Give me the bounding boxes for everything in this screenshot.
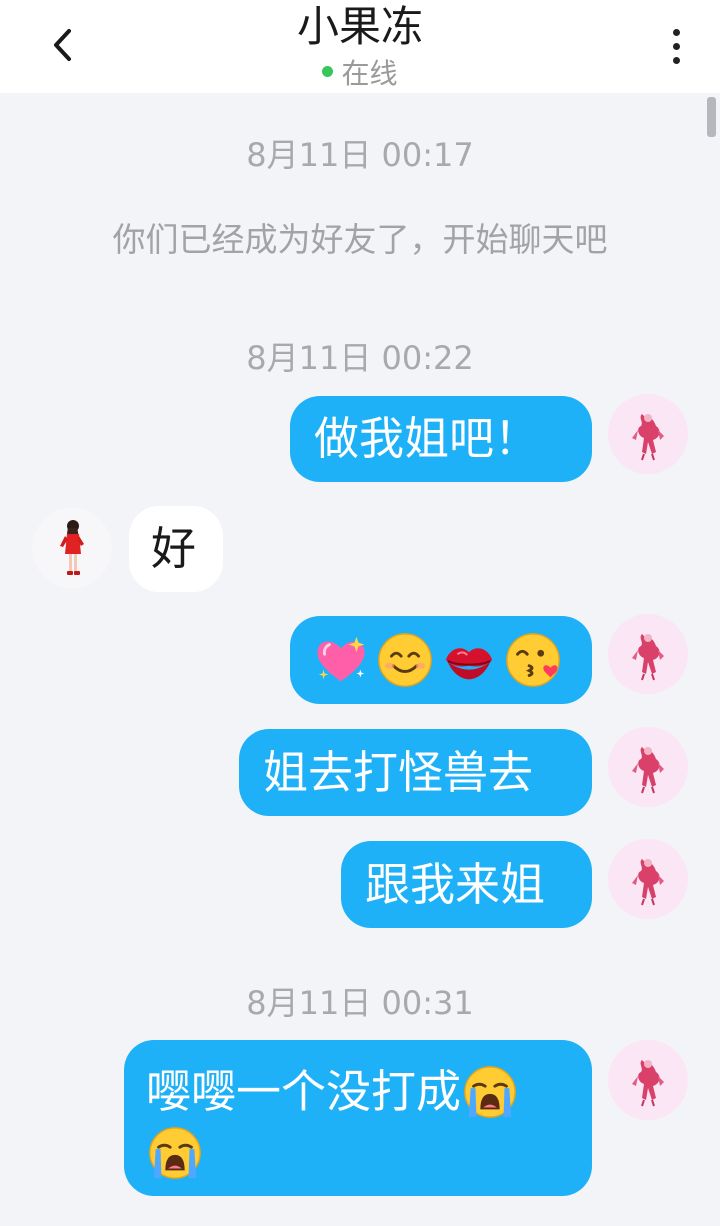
more-vertical-icon (672, 56, 680, 64)
message-bubble-outgoing[interactable] (290, 616, 592, 704)
more-vertical-icon (672, 42, 680, 50)
more-vertical-icon (672, 28, 680, 36)
message-bubble-outgoing[interactable]: 姐去打怪兽去 (239, 729, 592, 816)
message-text: 姐去打怪兽去 (263, 745, 534, 799)
my-avatar[interactable] (608, 614, 688, 694)
online-status: 在线 (0, 56, 720, 92)
timestamp: 8月11日 00:17 (246, 136, 474, 174)
message-bubble-outgoing[interactable]: 嘤嘤一个没打成 (124, 1040, 592, 1196)
message-bubble-incoming[interactable]: 好 (129, 506, 223, 592)
online-dot-icon (322, 65, 334, 77)
chat-header: 小果冻 在线 (0, 0, 720, 93)
avatar-image (608, 614, 688, 694)
loudly-crying-face-emoji-icon (146, 1124, 204, 1182)
sparkling-heart-emoji-icon (312, 631, 370, 689)
my-avatar[interactable] (608, 727, 688, 807)
avatar-image (608, 1040, 688, 1120)
loudly-crying-face-emoji-icon (461, 1063, 519, 1121)
my-avatar[interactable] (608, 394, 688, 474)
system-message: 你们已经成为好友了，开始聊天吧 (112, 220, 608, 259)
face-blowing-kiss-emoji-icon (504, 631, 562, 689)
message-bubble-outgoing[interactable]: 跟我来姐 (341, 841, 592, 928)
message-text: 好 (151, 522, 197, 575)
avatar-image (608, 839, 688, 919)
scrollbar-thumb[interactable] (707, 97, 716, 137)
my-avatar[interactable] (608, 839, 688, 919)
smiling-face-emoji-icon (376, 631, 434, 689)
message-text: 做我姐吧！ (314, 412, 540, 465)
avatar-image (32, 508, 112, 588)
online-status-label: 在线 (341, 57, 398, 90)
message-text: 嘤嘤一个没打成 (146, 1065, 462, 1118)
message-bubble-outgoing[interactable]: 做我姐吧！ (290, 396, 592, 482)
contact-name: 小果冻 (296, 2, 423, 51)
timestamp: 8月11日 00:22 (246, 339, 474, 377)
kiss-mark-emoji-icon (440, 631, 498, 689)
message-text: 跟我来姐 (365, 857, 546, 911)
avatar-image (608, 394, 688, 474)
my-avatar[interactable] (608, 1040, 688, 1120)
avatar-image (608, 727, 688, 807)
timestamp: 8月11日 00:31 (246, 984, 474, 1022)
more-options-button[interactable] (656, 22, 696, 70)
contact-avatar[interactable] (32, 508, 112, 588)
